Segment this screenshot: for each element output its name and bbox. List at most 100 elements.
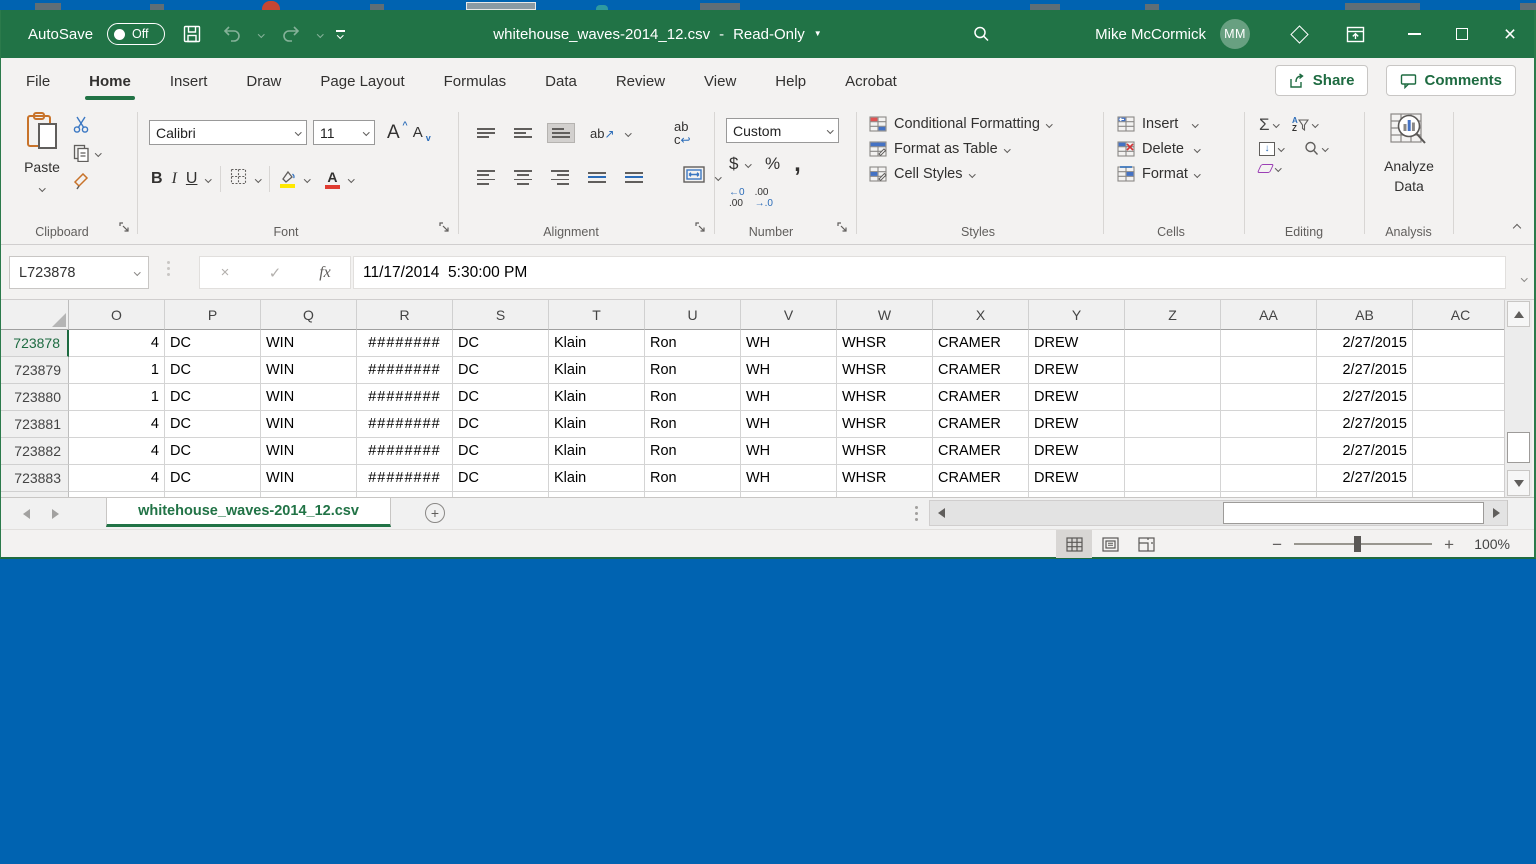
merge-center-button[interactable] [683,166,705,188]
comments-button[interactable]: Comments [1386,65,1516,96]
middle-align-button[interactable] [510,124,536,142]
zoom-in-button[interactable]: + [1444,536,1454,553]
vertical-scrollbar[interactable] [1504,300,1532,497]
tab-review[interactable]: Review [614,69,667,94]
zoom-slider[interactable] [1294,543,1432,545]
cell-AA723881[interactable] [1221,411,1317,438]
cell-Q723878[interactable]: WIN [261,330,357,357]
column-header-W[interactable]: W [837,300,933,330]
align-right-button[interactable] [547,166,573,189]
cell-U723880[interactable]: Ron [645,384,741,411]
active-sheet-tab[interactable]: whitehouse_waves-2014_12.csv [106,498,391,527]
column-header-V[interactable]: V [741,300,837,330]
font-size-combobox[interactable]: 11 [313,120,375,145]
tab-page-layout[interactable]: Page Layout [318,69,406,94]
column-header-Y[interactable]: Y [1029,300,1125,330]
cell-R723879[interactable]: ######## [357,357,453,384]
cell-Q723879[interactable]: WIN [261,357,357,384]
cell-X723878[interactable]: CRAMER [933,330,1029,357]
format-cells-button[interactable]: Format [1117,166,1199,182]
cell-T723882[interactable]: Klain [549,438,645,465]
align-left-button[interactable] [473,166,499,189]
clipboard-dialog-launcher[interactable] [119,220,130,238]
cell-W723878[interactable]: WHSR [837,330,933,357]
tab-file[interactable]: File [24,69,52,94]
cell-S723880[interactable]: DC [453,384,549,411]
cell-AC723883[interactable] [1413,465,1507,492]
wrap-text-button[interactable]: ab c↩ [674,120,691,146]
column-header-Z[interactable]: Z [1125,300,1221,330]
underline-dropdown-icon[interactable] [206,176,212,182]
previous-sheet-button[interactable] [23,509,30,519]
cell-R723878[interactable]: ######## [357,330,453,357]
tab-home[interactable]: Home [87,69,133,94]
cell-AB723880[interactable]: 2/27/2015 [1317,384,1413,411]
cell-S723881[interactable]: DC [453,411,549,438]
cell-AC723880[interactable] [1413,384,1507,411]
zoom-slider-thumb[interactable] [1354,536,1361,552]
cell-V723882[interactable]: WH [741,438,837,465]
customize-quick-access-toolbar-button[interactable] [336,30,345,37]
cell-V723880[interactable]: WH [741,384,837,411]
cell-P723881[interactable]: DC [165,411,261,438]
cell-AB723882[interactable]: 2/27/2015 [1317,438,1413,465]
collapse-ribbon-button[interactable] [1514,218,1520,236]
cell-AB723879[interactable]: 2/27/2015 [1317,357,1413,384]
zoom-out-button[interactable]: − [1272,536,1282,553]
cell-AC723882[interactable] [1413,438,1507,465]
normal-view-button[interactable] [1056,530,1092,558]
cell-AA723883[interactable] [1221,465,1317,492]
format-as-table-button[interactable]: Format as Table [869,141,1051,157]
row-header-723878[interactable]: 723878 [1,330,69,357]
percent-style-button[interactable]: % [765,154,780,174]
cell-U723879[interactable]: Ron [645,357,741,384]
scroll-right-button[interactable] [1486,502,1506,524]
fill-button[interactable]: ↓ [1259,142,1284,156]
find-select-button[interactable] [1304,141,1328,156]
cell-Q723882[interactable]: WIN [261,438,357,465]
cell-P723878[interactable]: DC [165,330,261,357]
next-sheet-button[interactable] [52,509,59,519]
page-break-preview-button[interactable] [1128,530,1164,558]
row-header-723881[interactable]: 723881 [1,411,69,438]
fill-color-button[interactable] [279,170,296,188]
cell-Z723878[interactable] [1125,330,1221,357]
cell-O723882[interactable]: 4 [69,438,165,465]
cell-styles-button[interactable]: Cell Styles [869,166,1051,182]
cell-O723881[interactable]: 4 [69,411,165,438]
cell-Y723883[interactable]: DREW [1029,465,1125,492]
row-header-723879[interactable]: 723879 [1,357,69,384]
column-header-T[interactable]: T [549,300,645,330]
analyze-data-button[interactable]: Analyze Data [1373,112,1445,197]
cell-S723883[interactable]: DC [453,465,549,492]
cell-S723879[interactable]: DC [453,357,549,384]
cell-Q723880[interactable]: WIN [261,384,357,411]
font-color-button[interactable]: A [325,170,340,189]
align-center-button[interactable] [510,166,536,189]
cell-U723881[interactable]: Ron [645,411,741,438]
document-mode[interactable]: Read-Only [733,26,805,43]
borders-button[interactable] [230,168,247,190]
scroll-down-button[interactable] [1507,470,1530,496]
row-header-723880[interactable]: 723880 [1,384,69,411]
delete-cells-button[interactable]: Delete [1117,141,1199,157]
clear-button[interactable] [1259,164,1281,173]
autosave-toggle[interactable]: Off [107,23,165,45]
column-header-R[interactable]: R [357,300,453,330]
cell-R723881[interactable]: ######## [357,411,453,438]
cell-AB723883[interactable]: 2/27/2015 [1317,465,1413,492]
coming-soon-diamond-icon[interactable] [1286,21,1312,47]
cell-T723879[interactable]: Klain [549,357,645,384]
insert-function-button[interactable]: fx [300,264,350,282]
minimize-button[interactable] [1390,10,1438,58]
merge-center-dropdown-icon[interactable] [715,174,721,180]
column-header-AC[interactable]: AC [1413,300,1507,330]
cell-Z723881[interactable] [1125,411,1221,438]
page-layout-view-button[interactable] [1092,530,1128,558]
copy-dropdown-icon[interactable] [95,150,101,156]
tab-acrobat[interactable]: Acrobat [843,69,899,94]
cell-Y723880[interactable]: DREW [1029,384,1125,411]
cell-O723878[interactable]: 4 [69,330,165,357]
horizontal-scrollbar-thumb[interactable] [1223,502,1484,524]
cell-V723883[interactable]: WH [741,465,837,492]
